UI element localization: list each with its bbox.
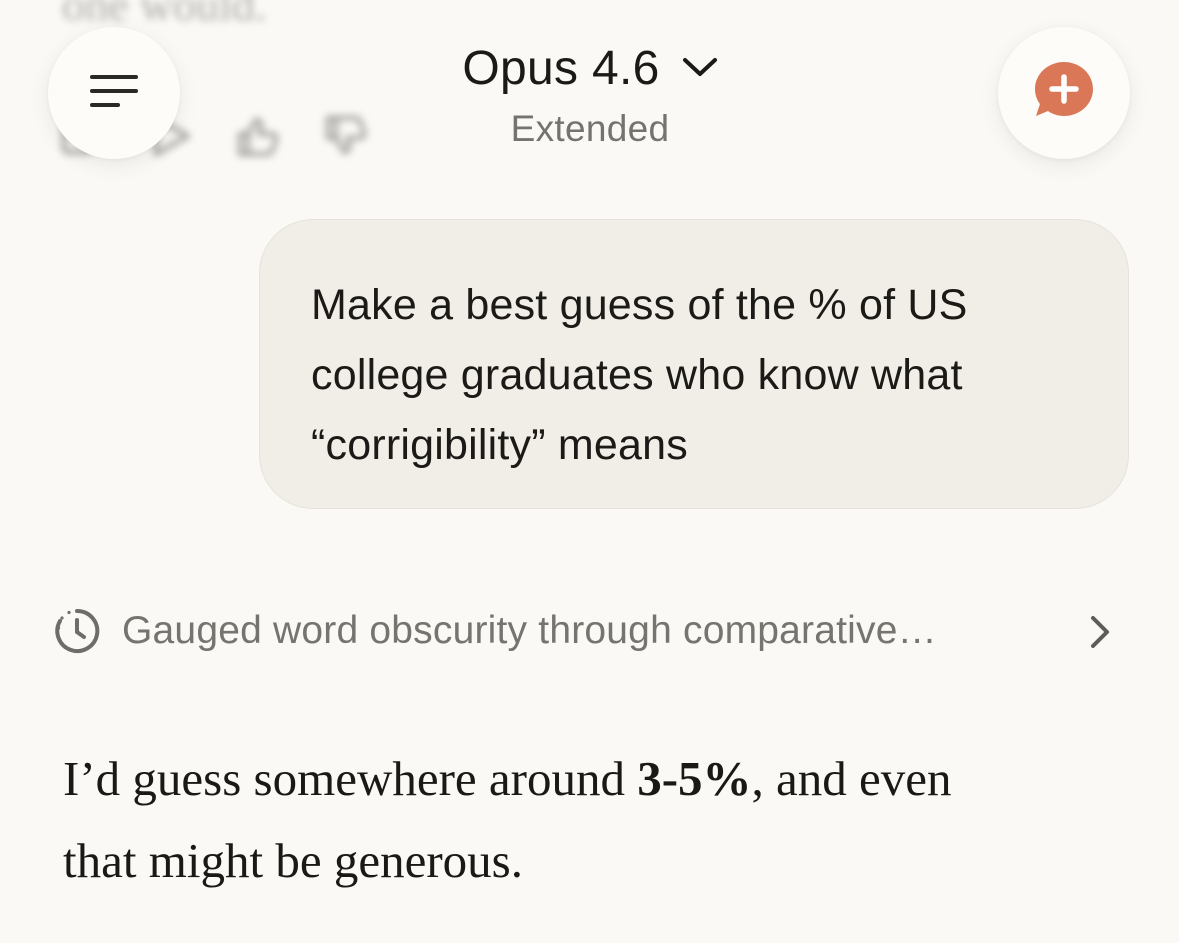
- user-message-line: college graduates who know what: [311, 351, 963, 399]
- thinking-summary-toggle[interactable]: Gauged word obscurity through comparativ…: [52, 600, 1112, 662]
- top-bar: Opus 4.6 Extended: [0, 0, 1179, 200]
- chevron-right-icon: [1088, 614, 1112, 650]
- user-message-text: Make a best guess of the % of US college…: [311, 270, 1088, 480]
- assistant-highlight-estimate: 3-5%: [637, 751, 752, 806]
- menu-button[interactable]: [48, 27, 180, 159]
- thinking-summary-text: Gauged word obscurity through comparativ…: [122, 609, 937, 652]
- assistant-text-before: I’d guess somewhere around: [63, 751, 638, 806]
- model-name: Opus 4.6: [462, 42, 660, 95]
- assistant-text-after: , and even: [751, 751, 952, 806]
- user-message-line: “corrigibility” means: [311, 421, 688, 469]
- assistant-text-line2: that might be generous.: [63, 833, 523, 888]
- timer-icon: [52, 606, 102, 656]
- user-message-line: Make a best guess of the % of US: [311, 281, 968, 329]
- chevron-down-icon: [682, 56, 718, 83]
- new-chat-plus-icon: [1031, 58, 1097, 129]
- assistant-message-text: I’d guess somewhere around 3-5%, and eve…: [63, 738, 1113, 902]
- user-message-bubble: Make a best guess of the % of US college…: [259, 219, 1129, 509]
- menu-lines-icon: [88, 71, 140, 116]
- new-chat-button[interactable]: [998, 27, 1130, 159]
- model-name-row: Opus 4.6: [462, 36, 717, 102]
- model-selector[interactable]: Opus 4.6 Extended: [390, 36, 790, 154]
- model-mode-label: Extended: [510, 108, 670, 149]
